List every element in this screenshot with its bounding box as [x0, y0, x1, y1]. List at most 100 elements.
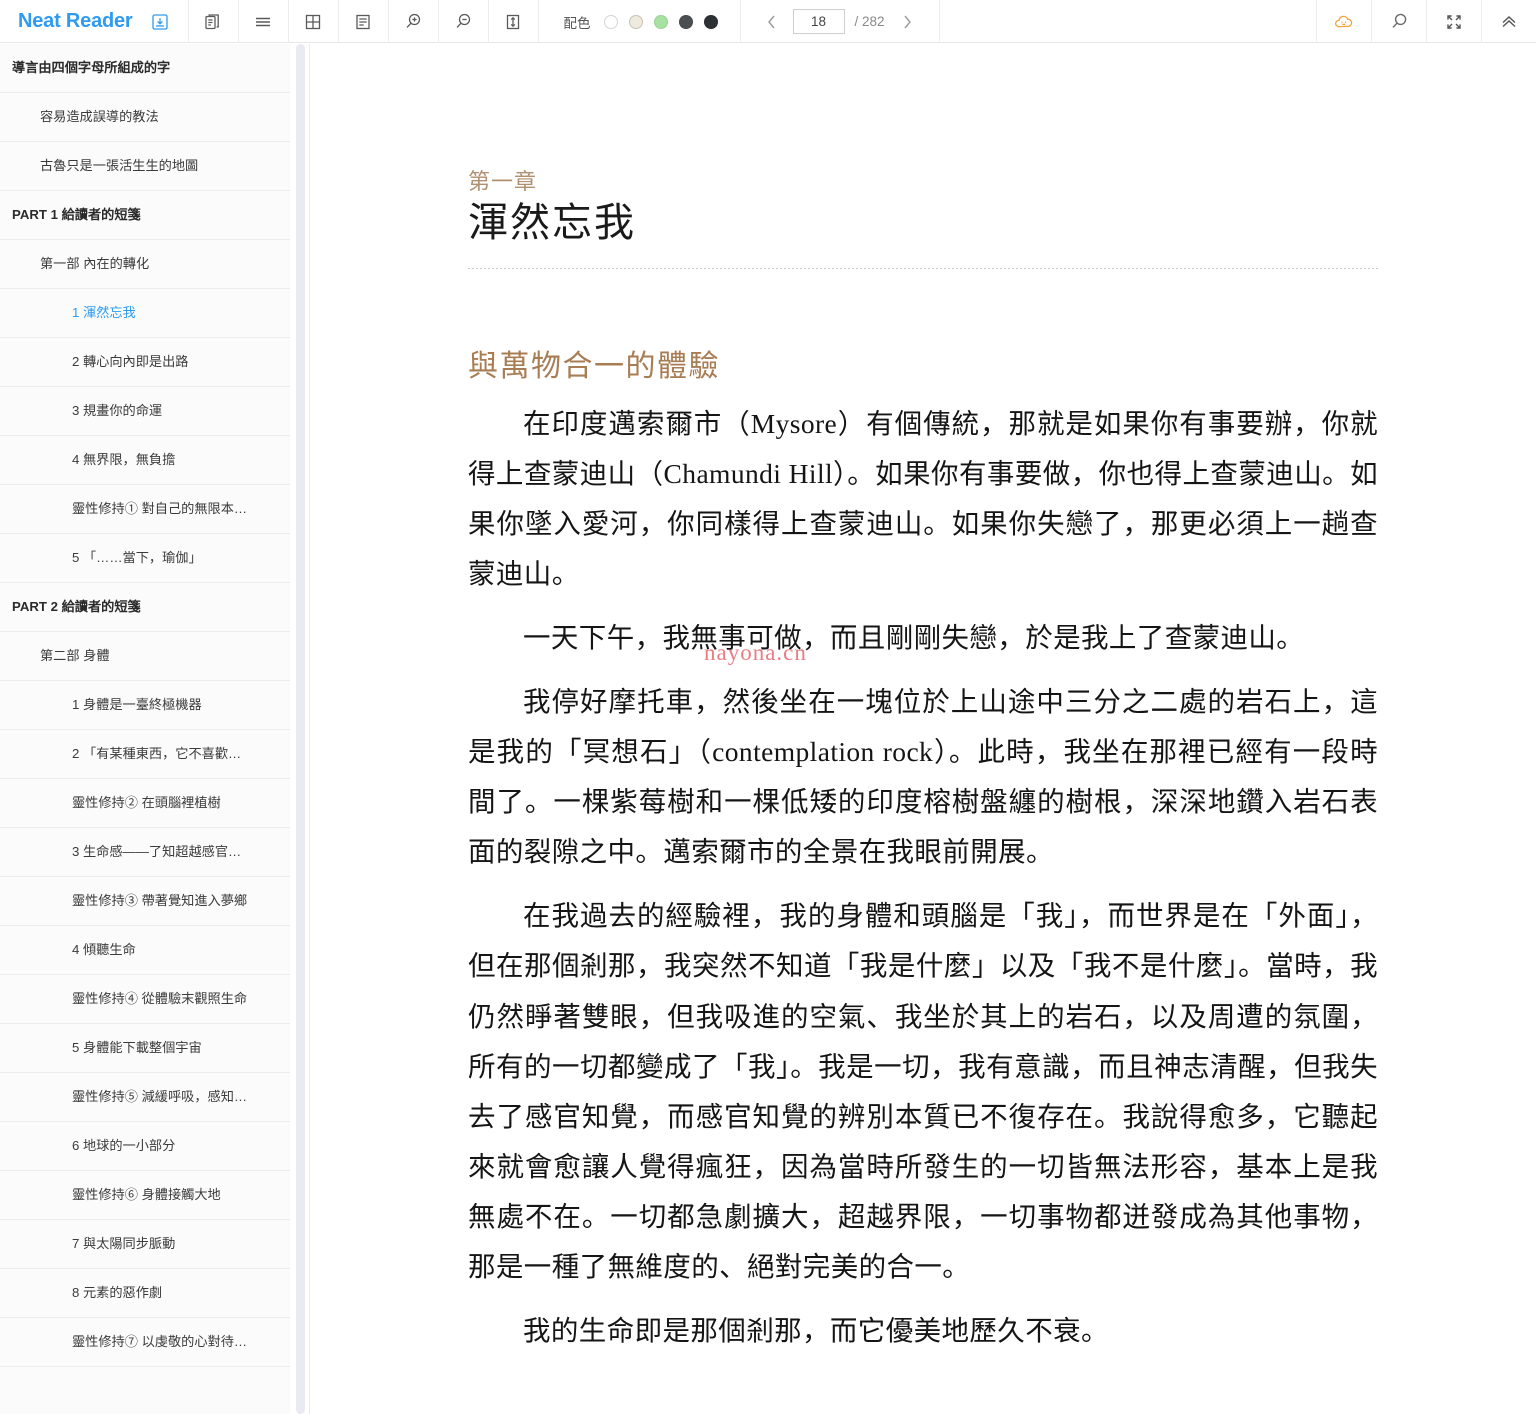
collapse-toolbar-icon[interactable]	[1481, 0, 1536, 43]
toc-item[interactable]: 5 「……當下，瑜伽」	[0, 534, 290, 583]
toc-item[interactable]: 1 身體是一臺終極機器	[0, 681, 290, 730]
contents-button[interactable]	[239, 0, 289, 43]
chapter-label: 第一章	[468, 169, 538, 194]
copy-icon[interactable]	[189, 0, 238, 43]
toc-item[interactable]: 4 無界限，無負擔	[0, 436, 290, 485]
cloud-sync-icon[interactable]	[1316, 0, 1371, 43]
body-paragraph: 在印度邁索爾市（Mysore）有個傳統，那就是如果你有事要辦，你就得上查蒙迪山（…	[468, 408, 1378, 590]
toc-item-label: PART 1 給讀者的短箋	[12, 206, 141, 222]
toc-item[interactable]: 靈性修持⑤ 減緩呼吸，感知…	[0, 1073, 290, 1122]
body-paragraph: 我的生命即是那個剎那，而它優美地歷久不衰。	[523, 1314, 1109, 1346]
toc-item-label: 1 渾然忘我	[72, 304, 136, 320]
toc-item[interactable]: 2 「有某種東西，它不喜歡…	[0, 730, 290, 779]
sidebar-scrollbar-track[interactable]	[291, 44, 308, 1414]
page-total-label: / 282	[854, 14, 885, 29]
toc-item[interactable]: 7 與太陽同步脈動	[0, 1220, 290, 1269]
body-paragraph: 一天下午，我無事可做，而且剛剛失戀，於是我上了查蒙迪山。	[523, 622, 1305, 654]
toc-item-label: 第二部 身體	[40, 647, 110, 663]
zoom-out-button[interactable]	[439, 0, 489, 43]
toc-item[interactable]: 6 地球的一小部分	[0, 1122, 290, 1171]
paragraph-container: 在印度邁索爾市（Mysore）有個傳統，那就是如果你有事要辦，你就得上查蒙迪山（…	[468, 399, 1378, 1356]
zoom-in-button[interactable]	[389, 0, 439, 43]
toc-item[interactable]: PART 1 給讀者的短箋	[0, 191, 290, 240]
toc-item[interactable]: 靈性修持① 對自己的無限本…	[0, 485, 290, 534]
contents-icon[interactable]	[239, 0, 288, 43]
zoom-in-icon[interactable]	[389, 0, 438, 43]
toc-item[interactable]: 靈性修持⑥ 身體接觸大地	[0, 1171, 290, 1220]
toc-item-label: 7 與太陽同步脈動	[72, 1235, 176, 1251]
toc-item-label: 3 生命感——了知超越感官…	[72, 843, 242, 859]
toc-item[interactable]: 容易造成誤導的教法	[0, 93, 290, 142]
toc-item[interactable]: 5 身體能下載整個宇宙	[0, 1024, 290, 1073]
toc-item[interactable]: 靈性修持③ 帶著覺知進入夢鄉	[0, 877, 290, 926]
toolbar-right-group	[1316, 0, 1536, 43]
toc-item-label: 4 無界限，無負擔	[72, 451, 176, 467]
fit-height-icon[interactable]	[489, 0, 538, 43]
scheme-dot-gray[interactable]	[678, 14, 693, 29]
body-paragraph: 在我過去的經驗裡，我的身體和頭腦是「我」，而世界是在「外面」，但在那個剎那，我突…	[468, 900, 1378, 1282]
toc-item-label: 靈性修持② 在頭腦裡植樹	[72, 794, 221, 810]
toc-item-label: 5 身體能下載整個宇宙	[72, 1039, 202, 1055]
toc-item-label: 8 元素的惡作劇	[72, 1284, 163, 1300]
toc-item-label: 第一部 內在的轉化	[40, 255, 150, 271]
toc-list: 導言由四個字母所組成的字容易造成誤導的教法古魯只是一張活生生的地圖 PART 1 …	[0, 44, 290, 1367]
sidebar-scrollbar-thumb[interactable]	[296, 44, 305, 1414]
fullscreen-icon[interactable]	[1426, 0, 1481, 43]
toc-item[interactable]: 3 生命感——了知超越感官…	[0, 828, 290, 877]
next-page-button[interactable]	[893, 7, 923, 37]
toc-item[interactable]: 古魯只是一張活生生的地圖	[0, 142, 290, 191]
toc-item-label: 2 「有某種東西，它不喜歡…	[72, 745, 242, 761]
toc-item-label: 古魯只是一張活生生的地圖	[40, 157, 199, 173]
color-scheme-group: 配色	[539, 0, 741, 43]
toc-item-label: 1 身體是一臺終極機器	[72, 696, 202, 712]
pager: / 282	[741, 0, 940, 43]
scheme-dot-sepia[interactable]	[628, 14, 643, 29]
toc-item-label: PART 2 給讀者的短箋	[12, 598, 141, 614]
scheme-dot-green[interactable]	[653, 14, 668, 29]
toc-item[interactable]: 靈性修持⑦ 以虔敬的心對待…	[0, 1318, 290, 1367]
toc-item-label: 4 傾聽生命	[72, 941, 136, 957]
grid-layout-button[interactable]	[289, 0, 339, 43]
toc-item-label: 導言由四個字母所組成的字	[12, 59, 171, 75]
body-paragraph: 我停好摩托車，然後坐在一塊位於上山途中三分之二處的岩石上，這是我的「冥想石」（c…	[468, 686, 1378, 868]
toc-item-label: 6 地球的一小部分	[72, 1137, 176, 1153]
copy-button[interactable]	[189, 0, 239, 43]
single-layout-button[interactable]	[339, 0, 389, 43]
grid-layout-icon[interactable]	[289, 0, 338, 43]
save-icon[interactable]	[146, 0, 174, 43]
title-divider	[468, 268, 1378, 269]
toc-item[interactable]: 導言由四個字母所組成的字	[0, 44, 290, 93]
page-number-input[interactable]	[792, 9, 845, 34]
color-scheme-label: 配色	[563, 15, 591, 31]
single-layout-icon[interactable]	[339, 0, 388, 43]
toc-item-label: 靈性修持⑦ 以虔敬的心對待…	[72, 1333, 248, 1349]
section-heading: 與萬物合一的體驗	[468, 350, 720, 383]
app-brand: Neat Reader	[0, 0, 189, 43]
toc-item-label: 靈性修持④ 從體驗末觀照生命	[72, 990, 248, 1006]
book-page: 第一章 渾然忘我 與萬物合一的體驗 在印度邁索爾市（Mysore）有個傳統，那就…	[468, 44, 1378, 1356]
toc-item[interactable]: 2 轉心向內即是出路	[0, 338, 290, 387]
brand-label: Neat Reader	[18, 10, 133, 32]
toc-item[interactable]: 3 規畫你的命運	[0, 387, 290, 436]
toc-item-label: 2 轉心向內即是出路	[72, 353, 189, 369]
toc-item[interactable]: 第二部 身體	[0, 632, 290, 681]
toc-sidebar[interactable]: 導言由四個字母所組成的字容易造成誤導的教法古魯只是一張活生生的地圖 PART 1 …	[0, 44, 290, 1414]
search-icon[interactable]	[1371, 0, 1426, 43]
scheme-dot-white[interactable]	[603, 14, 618, 29]
top-toolbar: Neat Reader 配色 18 / 282	[0, 0, 1536, 43]
toc-item[interactable]: 靈性修持② 在頭腦裡植樹	[0, 779, 290, 828]
toc-item[interactable]: 8 元素的惡作劇	[0, 1269, 290, 1318]
toc-item[interactable]: 靈性修持④ 從體驗末觀照生命	[0, 975, 290, 1024]
toc-item[interactable]: 第一部 內在的轉化	[0, 240, 290, 289]
toc-item-label: 靈性修持① 對自己的無限本…	[72, 500, 248, 516]
chapter-title: 渾然忘我	[468, 200, 636, 245]
scheme-dot-dark[interactable]	[703, 14, 718, 29]
toc-item[interactable]: 4 傾聽生命	[0, 926, 290, 975]
toc-item[interactable]: 1 渾然忘我	[0, 289, 290, 338]
prev-page-button[interactable]	[757, 7, 787, 37]
toc-item-label: 靈性修持⑤ 減緩呼吸，感知…	[72, 1088, 248, 1104]
toc-item[interactable]: PART 2 給讀者的短箋	[0, 583, 290, 632]
fit-height-button[interactable]	[489, 0, 539, 43]
zoom-out-icon[interactable]	[439, 0, 488, 43]
